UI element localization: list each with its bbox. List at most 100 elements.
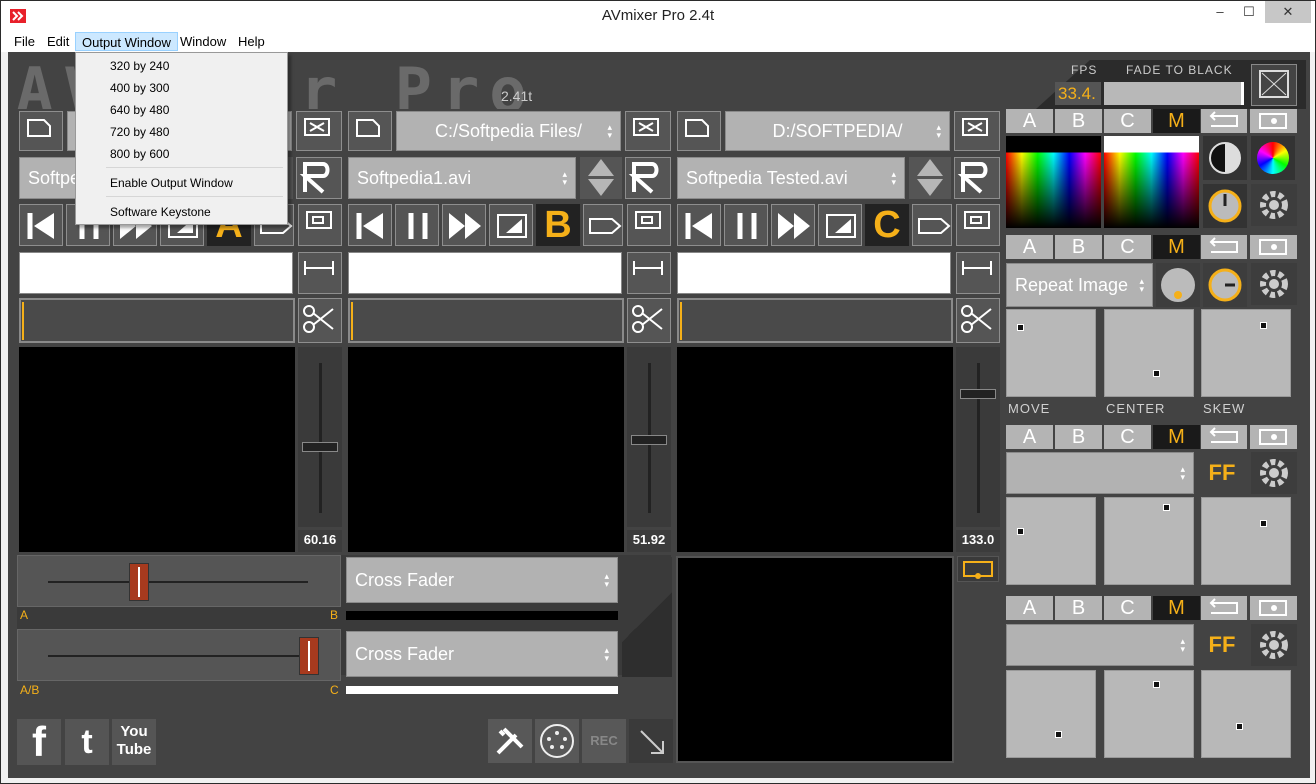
fx1-reset-icon[interactable] (1201, 425, 1247, 449)
fx2-ff-label[interactable]: FF (1199, 624, 1245, 666)
deck-c-clear-icon[interactable] (954, 111, 1000, 151)
deck-b-clear-icon[interactable] (625, 111, 671, 151)
deck-a-text-field[interactable] (19, 252, 293, 294)
fx2-btn-m[interactable]: M (1153, 596, 1200, 620)
fx2-btn-a[interactable]: A (1006, 596, 1053, 620)
deck-c-fit-width-icon[interactable] (956, 252, 1000, 294)
transform-pad-3[interactable] (1201, 309, 1291, 397)
deck-b-pause-icon[interactable] (395, 204, 439, 246)
fx1-gear-icon[interactable] (1251, 452, 1297, 494)
deck-b-timeline[interactable] (348, 298, 624, 343)
crossfader-2[interactable] (17, 629, 341, 681)
color-picker-1[interactable] (1006, 136, 1101, 228)
deck-b-file-stepper[interactable] (580, 157, 622, 199)
minimize-button[interactable]: – (1206, 1, 1234, 23)
fx1-pad-2[interactable] (1104, 497, 1194, 585)
fx2-reset-icon[interactable] (1201, 596, 1247, 620)
deck-c-open-folder-icon[interactable] (677, 111, 721, 151)
transform-pad-2[interactable] (1104, 309, 1194, 397)
fx1-ff-label[interactable]: FF (1199, 452, 1245, 494)
deck-b-volume-fader[interactable] (627, 347, 671, 527)
fx2-btn-b[interactable]: B (1055, 596, 1102, 620)
menu-output-window[interactable]: Output Window (75, 32, 178, 51)
color-btn-a[interactable]: A (1006, 109, 1053, 133)
deck-b-channel-button[interactable]: B (536, 204, 580, 246)
deck-b-box-icon[interactable] (627, 204, 671, 246)
fx2-btn-c[interactable]: C (1104, 596, 1151, 620)
fx2-pad-3[interactable] (1201, 670, 1291, 758)
tools-icon[interactable] (488, 719, 532, 763)
deck-c-box-icon[interactable] (956, 204, 1000, 246)
deck-c-prev-icon[interactable] (677, 204, 721, 246)
fx2-link-icon[interactable] (1250, 596, 1297, 620)
transform-gear-icon[interactable] (1251, 263, 1297, 305)
rotate-knob-icon[interactable] (1203, 263, 1247, 307)
deck-c-text-field[interactable] (677, 252, 951, 294)
deck-b-prev-icon[interactable] (348, 204, 392, 246)
zoom-knob-icon[interactable] (1156, 263, 1200, 307)
deck-c-pause-icon[interactable] (724, 204, 768, 246)
deck-b-text-field[interactable] (348, 252, 622, 294)
close-button[interactable]: ✕ (1265, 1, 1311, 23)
menu-edit[interactable]: Edit (41, 32, 75, 51)
fx1-btn-b[interactable]: B (1055, 425, 1102, 449)
transform-pad-1[interactable] (1006, 309, 1096, 397)
deck-a-cut-icon[interactable] (298, 298, 342, 343)
deck-b-fader-handle[interactable] (631, 435, 667, 445)
fx2-effect-select[interactable]: ▴ ▾ (1006, 624, 1194, 666)
youtube-icon[interactable]: You Tube (112, 719, 156, 765)
menu-help[interactable]: Help (232, 32, 271, 51)
transform-btn-m[interactable]: M (1153, 235, 1200, 259)
transform-link-icon[interactable] (1250, 235, 1297, 259)
color-link-icon[interactable] (1250, 109, 1297, 133)
color-btn-m[interactable]: M (1153, 109, 1200, 133)
output-toggle-button[interactable] (957, 556, 999, 582)
deck-a-timeline[interactable] (19, 298, 295, 343)
deck-b-loop-icon[interactable] (489, 204, 533, 246)
transform-btn-b[interactable]: B (1055, 235, 1102, 259)
fx2-pad-1[interactable] (1006, 670, 1096, 758)
twitter-icon[interactable]: t (65, 719, 109, 765)
deck-b-folder-select[interactable]: C:/Softpedia Files/▴ ▾ (396, 111, 621, 151)
dropdown-enable-output[interactable]: Enable Output Window (110, 176, 233, 190)
deck-c-timeline[interactable] (677, 298, 953, 343)
deck-b-cut-icon[interactable] (627, 298, 671, 343)
dropdown-item-400[interactable]: 400 by 300 (110, 81, 169, 95)
deck-b-open-folder-icon[interactable] (348, 111, 392, 151)
deck-c-tag-icon[interactable] (912, 204, 952, 246)
deck-a-fader-handle[interactable] (302, 442, 338, 452)
contrast-icon[interactable] (1203, 136, 1247, 180)
deck-b-file-select[interactable]: Softpedia1.avi ▴ ▾ (348, 157, 576, 199)
deck-c-loop-icon[interactable] (818, 204, 862, 246)
fx1-btn-c[interactable]: C (1104, 425, 1151, 449)
fx1-btn-a[interactable]: A (1006, 425, 1053, 449)
deck-c-file-select[interactable]: Softpedia Tested.avi ▴ ▾ (677, 157, 905, 199)
menu-window[interactable]: Window (174, 32, 232, 51)
deck-a-fit-width-icon[interactable] (298, 252, 342, 294)
dropdown-software-keystone[interactable]: Software Keystone (110, 205, 211, 219)
fx2-gear-icon[interactable] (1251, 624, 1297, 666)
deck-a-prev-icon[interactable] (19, 204, 63, 246)
color-btn-c[interactable]: C (1104, 109, 1151, 133)
transform-btn-c[interactable]: C (1104, 235, 1151, 259)
maximize-button[interactable]: ☐ (1235, 1, 1263, 23)
deck-b-forward-icon[interactable] (442, 204, 486, 246)
deck-a-reverse-icon[interactable] (296, 157, 342, 199)
deck-b-tag-icon[interactable] (583, 204, 623, 246)
saturation-knob-icon[interactable] (1203, 184, 1247, 228)
color-reset-icon[interactable] (1201, 109, 1247, 133)
transform-reset-icon[interactable] (1201, 235, 1247, 259)
fx1-effect-select[interactable]: ▴ ▾ (1006, 452, 1194, 494)
deck-c-cut-icon[interactable] (956, 298, 1000, 343)
dropdown-item-320[interactable]: 320 by 240 (110, 59, 169, 73)
resize-corner-icon[interactable] (629, 719, 673, 763)
deck-c-volume-fader[interactable] (956, 347, 1000, 527)
deck-b-fit-width-icon[interactable] (627, 252, 671, 294)
xf1-mode-select[interactable]: Cross Fader ▴ ▾ (346, 557, 618, 603)
fx1-pad-1[interactable] (1006, 497, 1096, 585)
fx2-pad-2[interactable] (1104, 670, 1194, 758)
fx1-link-icon[interactable] (1250, 425, 1297, 449)
deck-a-box-icon[interactable] (298, 204, 342, 246)
transform-btn-a[interactable]: A (1006, 235, 1053, 259)
color-wheel-icon[interactable] (1251, 136, 1295, 180)
